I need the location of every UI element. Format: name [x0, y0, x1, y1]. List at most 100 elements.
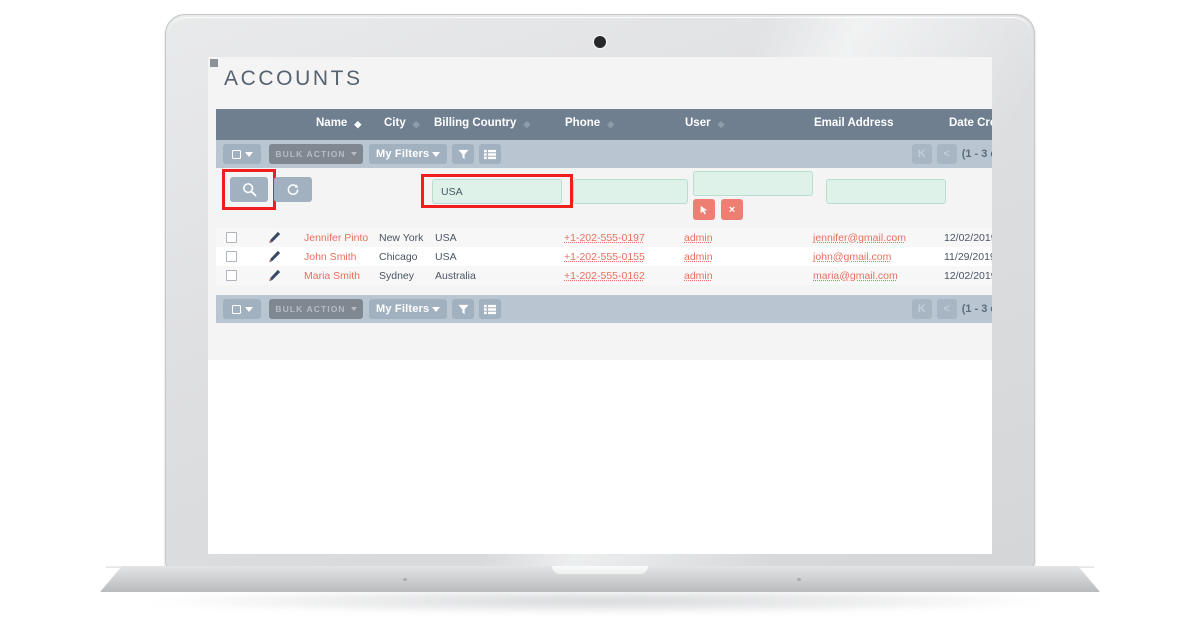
pagination-range-text: (1 - 3 of 3 [961, 303, 992, 315]
search-filter-row: USA × [216, 168, 992, 228]
laptop-base-vent [797, 578, 801, 581]
edit-pencil-icon[interactable] [268, 231, 281, 244]
select-all-dropdown[interactable] [223, 299, 261, 319]
column-label: User [685, 117, 711, 129]
sort-arrow-icon[interactable]: ◆ [354, 119, 361, 130]
prev-page-button[interactable]: < [936, 144, 957, 164]
column-header-date-created[interactable]: Date Creat [949, 117, 992, 129]
table-column-header: Name ◆ City ◆ Billing Country ◆ Phone ◆ User… [216, 109, 992, 140]
pagination-controls-top: K < (1 - 3 of 3 [911, 144, 992, 164]
sort-arrow-icon[interactable]: ◆ [718, 119, 725, 130]
chevron-down-icon [350, 152, 357, 156]
column-header-email-address[interactable]: Email Address [814, 117, 893, 129]
column-label: Phone [565, 117, 601, 129]
laptop-base-notch [552, 566, 648, 575]
cell-email[interactable]: jennifer@gmail.com [813, 232, 906, 244]
page-title: ACCOUNTS [224, 67, 363, 90]
cell-phone[interactable]: +1-202-555-0155 [564, 251, 645, 263]
bulk-action-label: BULK ACTION [275, 304, 346, 314]
billing-country-filter-input[interactable]: USA [432, 179, 562, 204]
column-header-name[interactable]: Name ◆ [316, 117, 361, 130]
cell-city: Chicago [379, 251, 418, 263]
bulk-action-button[interactable]: BULK ACTION [269, 299, 363, 319]
row-checkbox[interactable] [226, 270, 237, 281]
column-header-billing-country[interactable]: Billing Country ◆ [434, 117, 530, 130]
column-chooser-icon[interactable] [479, 144, 501, 164]
table-row[interactable]: John Smith Chicago USA +1-202-555-0155 a… [216, 247, 992, 266]
table-row[interactable]: Jennifer Pinto New York USA +1-202-555-0… [216, 228, 992, 247]
sort-arrow-icon[interactable]: ◆ [607, 119, 614, 130]
chevron-down-icon [432, 306, 440, 312]
cell-date-created: 12/02/2019 [944, 270, 992, 282]
chevron-down-icon [350, 307, 357, 311]
first-page-button[interactable]: K [911, 144, 932, 164]
column-label: City [384, 117, 406, 129]
cell-phone[interactable]: +1-202-555-0197 [564, 232, 645, 244]
search-button[interactable] [230, 177, 268, 202]
cell-billing-country: USA [435, 251, 457, 263]
prev-page-button[interactable]: < [936, 299, 957, 319]
chevron-down-icon [244, 151, 253, 157]
cell-name[interactable]: John Smith [304, 251, 357, 263]
pagination-range-text: (1 - 3 of 3 [961, 148, 992, 160]
webcam-icon [594, 36, 606, 48]
user-filter-input[interactable] [693, 171, 813, 196]
column-header-phone[interactable]: Phone ◆ [565, 117, 614, 130]
column-header-user[interactable]: User ◆ [685, 117, 724, 129]
my-filters-label: My Filters [376, 303, 430, 315]
cell-name[interactable]: Maria Smith [304, 270, 360, 282]
cell-user[interactable]: admin [684, 270, 713, 282]
user-filter-clear-button[interactable]: × [721, 199, 743, 220]
crm-application: ACCOUNTS Name ◆ City ◆ Billing Country ◆ Ph… [208, 57, 992, 554]
bulk-action-button[interactable]: BULK ACTION [269, 144, 363, 164]
cell-date-created: 11/29/2019 [944, 251, 992, 263]
row-checkbox[interactable] [226, 232, 237, 243]
bulk-action-label: BULK ACTION [275, 149, 346, 159]
column-chooser-icon[interactable] [479, 299, 501, 319]
laptop-screen: ACCOUNTS Name ◆ City ◆ Billing Country ◆ Ph… [208, 57, 992, 554]
phone-filter-input[interactable] [573, 179, 688, 204]
list-toolbar-bottom: BULK ACTION My Filters K < (1 - 3 [216, 295, 992, 323]
cell-email[interactable]: john@gmail.com [813, 251, 891, 263]
refresh-icon[interactable] [274, 177, 312, 202]
sort-arrow-icon[interactable]: ◆ [413, 119, 420, 130]
cell-billing-country: Australia [435, 270, 476, 282]
row-checkbox[interactable] [226, 251, 237, 262]
email-filter-input[interactable] [826, 179, 946, 204]
panel-footer-area [216, 323, 992, 360]
cell-date-created: 12/02/2019 [944, 232, 992, 244]
filter-funnel-icon[interactable] [452, 299, 474, 319]
sort-arrow-icon[interactable]: ◆ [523, 119, 530, 130]
column-header-city[interactable]: City ◆ [384, 117, 420, 130]
laptop-base-vent [403, 578, 407, 581]
chevron-down-icon [244, 306, 253, 312]
list-toolbar-top: BULK ACTION My Filters K < (1 - 3 [216, 140, 992, 168]
checkbox-icon [231, 304, 241, 314]
cell-city: New York [379, 232, 424, 244]
table-row[interactable]: Maria Smith Sydney Australia +1-202-555-… [216, 266, 992, 285]
cell-email[interactable]: maria@gmail.com [813, 270, 898, 282]
checkbox-icon [231, 149, 241, 159]
column-label: Name [316, 117, 348, 129]
screenshot-stage: ACCOUNTS Name ◆ City ◆ Billing Country ◆ Ph… [0, 0, 1200, 630]
edit-pencil-icon[interactable] [268, 269, 281, 282]
cell-phone[interactable]: +1-202-555-0162 [564, 270, 645, 282]
edit-pencil-icon[interactable] [268, 250, 281, 263]
panel-corner-marker [210, 59, 218, 67]
chevron-down-icon [432, 151, 440, 157]
pagination-controls-bottom: K < (1 - 3 of 3 [911, 299, 992, 319]
my-filters-dropdown[interactable]: My Filters [369, 144, 447, 164]
select-all-dropdown[interactable] [223, 144, 261, 164]
cell-billing-country: USA [435, 232, 457, 244]
select-arrow-icon[interactable] [693, 199, 715, 220]
column-label: Billing Country [434, 117, 517, 129]
my-filters-label: My Filters [376, 148, 430, 160]
my-filters-dropdown[interactable]: My Filters [369, 299, 447, 319]
filter-funnel-icon[interactable] [452, 144, 474, 164]
page-body-blank [208, 360, 992, 554]
cell-name[interactable]: Jennifer Pinto [304, 232, 368, 244]
cell-user[interactable]: admin [684, 232, 713, 244]
cell-user[interactable]: admin [684, 251, 713, 263]
first-page-button[interactable]: K [911, 299, 932, 319]
table-body: Jennifer Pinto New York USA +1-202-555-0… [216, 228, 992, 285]
